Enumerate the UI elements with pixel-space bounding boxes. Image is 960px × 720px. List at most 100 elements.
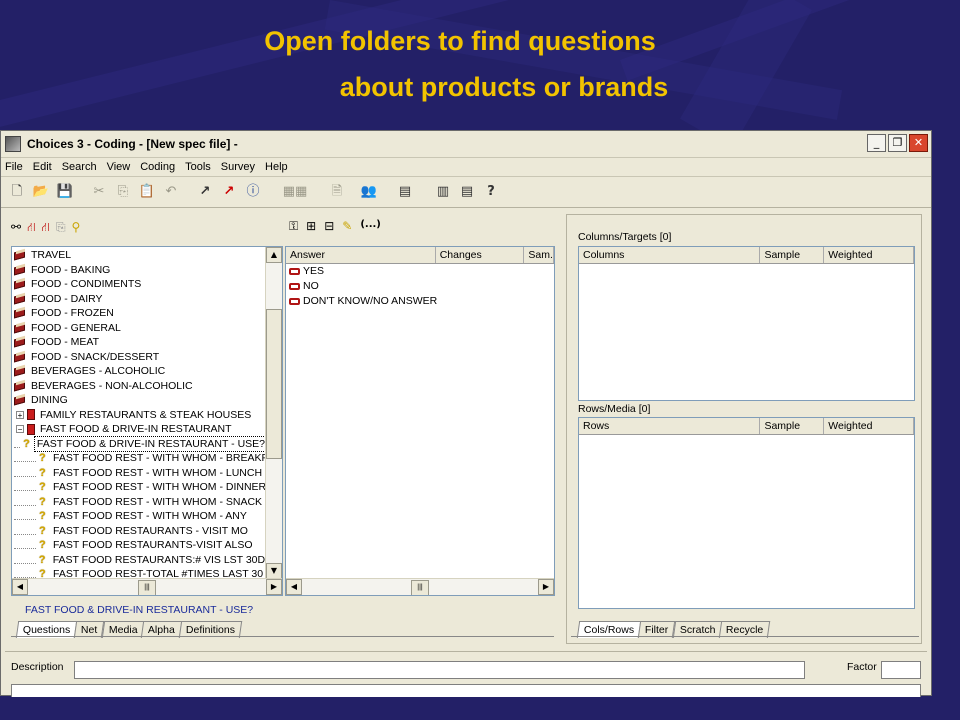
- tree-vertical-scrollbar[interactable]: ▲ ▼: [265, 247, 282, 579]
- menu-view[interactable]: View: [107, 161, 131, 173]
- menu-bar: File Edit Search View Coding Tools Surve…: [1, 158, 931, 177]
- paste-icon[interactable]: 📋: [137, 182, 157, 202]
- copy-doc-icon[interactable]: ⎘: [56, 220, 66, 236]
- rows-list[interactable]: Rows Sample Weighted: [578, 417, 915, 609]
- scroll-right-icon[interactable]: ▶: [266, 579, 282, 595]
- tree-item[interactable]: FOOD - BAKING: [14, 263, 268, 278]
- tree-item[interactable]: ? FAST FOOD RESTAURANTS - VISIT MO: [14, 524, 268, 539]
- layout-left-icon[interactable]: ▥: [433, 182, 453, 202]
- scroll-down-icon[interactable]: ▼: [266, 563, 282, 579]
- layout-split-icon[interactable]: ▤: [457, 182, 477, 202]
- col-changes[interactable]: Changes: [436, 247, 525, 263]
- tree-item-label: FOOD - FROZEN: [31, 307, 114, 319]
- expand-icon[interactable]: +: [16, 410, 24, 419]
- tree-item[interactable]: ? FAST FOOD REST - WITH WHOM - LUNCH: [14, 466, 268, 481]
- scroll-thumb[interactable]: [266, 309, 282, 459]
- close-button[interactable]: ✕: [909, 134, 928, 152]
- cut-icon[interactable]: ✂: [89, 182, 109, 202]
- notes-field[interactable]: [11, 684, 921, 697]
- table-grid-icon[interactable]: ▦▦: [277, 182, 313, 202]
- marker-icon[interactable]: ⚲: [72, 220, 81, 236]
- tree-item[interactable]: ? FAST FOOD RESTAURANTS-VISIT ALSO: [14, 538, 268, 553]
- minimize-button[interactable]: _: [867, 134, 886, 152]
- help-icon[interactable]: ?: [481, 182, 501, 202]
- document-icon[interactable]: 🗎: [327, 182, 347, 202]
- edit-answer-icon[interactable]: ✎: [342, 219, 352, 234]
- factor-field[interactable]: [881, 661, 921, 679]
- chart-edit-icon[interactable]: ▤: [391, 182, 419, 202]
- net-answer-icon[interactable]: ⊞: [306, 219, 316, 234]
- info-icon[interactable]: ⓘ: [243, 182, 263, 202]
- menu-search[interactable]: Search: [62, 161, 97, 173]
- binoculars-icon[interactable]: ⚯: [11, 220, 21, 236]
- col-answer[interactable]: Answer: [286, 247, 436, 263]
- tree-item[interactable]: FOOD - DAIRY: [14, 292, 268, 307]
- tree-item[interactable]: ? FAST FOOD RESTAURANTS:# VIS LST 30D/: [14, 553, 268, 568]
- tree-item[interactable]: + FAMILY RESTAURANTS & STEAK HOUSES: [14, 408, 268, 423]
- undo-icon[interactable]: ↶: [161, 182, 181, 202]
- col-sample[interactable]: Sam.: [524, 247, 554, 263]
- tree-item[interactable]: BEVERAGES - NON-ALCOHOLIC: [14, 379, 268, 394]
- group-answer-icon[interactable]: ⊟: [324, 219, 334, 234]
- menu-help[interactable]: Help: [265, 161, 288, 173]
- add-answer-icon[interactable]: ⚿: [289, 219, 298, 234]
- menu-file[interactable]: File: [5, 161, 23, 173]
- tree-item-label: FAST FOOD REST - WITH WHOM - LUNCH: [53, 466, 263, 479]
- collapse-icon[interactable]: −: [16, 425, 24, 434]
- tree-item[interactable]: FOOD - MEAT: [14, 335, 268, 350]
- tree-item[interactable]: FOOD - FROZEN: [14, 306, 268, 321]
- tree-item-label: DINING: [31, 394, 68, 406]
- tree-item[interactable]: ? FAST FOOD REST - WITH WHOM - SNACK: [14, 495, 268, 510]
- tree-item[interactable]: ? FAST FOOD REST - WITH WHOM - BREAKF: [14, 451, 268, 466]
- col-weighted[interactable]: Weighted: [824, 418, 914, 434]
- tree-item[interactable]: ? FAST FOOD REST - WITH WHOM - DINNER: [14, 480, 268, 495]
- tree-item-label: BEVERAGES - ALCOHOLIC: [31, 365, 166, 377]
- tree-item[interactable]: FOOD - GENERAL: [14, 321, 268, 336]
- answer-row[interactable]: YES: [286, 264, 554, 279]
- restore-button[interactable]: ❐: [888, 134, 907, 152]
- open-folder-icon[interactable]: 📂: [31, 182, 51, 202]
- answers-horizontal-scrollbar[interactable]: ◀ ||| ▶: [286, 578, 554, 595]
- ellipsis-button[interactable]: (...): [360, 219, 381, 234]
- copy-icon[interactable]: ⎘: [113, 182, 133, 202]
- hscroll-thumb[interactable]: |||: [411, 580, 429, 595]
- window-titlebar[interactable]: Choices 3 - Coding - [New spec file] - _…: [1, 131, 931, 158]
- answer-row[interactable]: NO: [286, 279, 554, 294]
- tree-item[interactable]: DINING: [14, 393, 268, 408]
- new-file-icon[interactable]: 🗋: [7, 182, 27, 202]
- col-rows[interactable]: Rows: [579, 418, 761, 434]
- columns-list[interactable]: Columns Sample Weighted: [578, 246, 915, 401]
- answer-row[interactable]: DON'T KNOW/NO ANSWER: [286, 294, 554, 309]
- scroll-left-icon[interactable]: ◀: [286, 579, 302, 595]
- people-icon[interactable]: 👥: [351, 182, 387, 202]
- menu-coding[interactable]: Coding: [140, 161, 175, 173]
- question-icon: ?: [39, 466, 46, 479]
- scroll-up-icon[interactable]: ▲: [266, 247, 282, 263]
- spec-s-red-icon[interactable]: ↗: [219, 182, 239, 202]
- scroll-right-icon[interactable]: ▶: [538, 579, 554, 595]
- tree-filter-icon[interactable]: ⛙: [27, 220, 35, 236]
- tree-item[interactable]: ? FAST FOOD REST - WITH WHOM - ANY: [14, 509, 268, 524]
- spec-s-icon[interactable]: ↗: [195, 182, 215, 202]
- save-icon[interactable]: 💾: [55, 182, 75, 202]
- col-sample[interactable]: Sample: [760, 418, 825, 434]
- col-sample[interactable]: Sample: [760, 247, 825, 263]
- book-icon: [14, 337, 26, 347]
- description-field[interactable]: [74, 661, 805, 679]
- tree-item[interactable]: BEVERAGES - ALCOHOLIC: [14, 364, 268, 379]
- col-columns[interactable]: Columns: [579, 247, 761, 263]
- menu-tools[interactable]: Tools: [185, 161, 211, 173]
- tree-item[interactable]: TRAVEL: [14, 248, 268, 263]
- menu-edit[interactable]: Edit: [33, 161, 52, 173]
- tree-collapse-icon[interactable]: ⛙: [42, 220, 50, 236]
- menu-survey[interactable]: Survey: [221, 161, 255, 173]
- scroll-left-icon[interactable]: ◀: [12, 579, 28, 595]
- tree-item[interactable]: FOOD - CONDIMENTS: [14, 277, 268, 292]
- answer-icon: [289, 268, 300, 275]
- tree-horizontal-scrollbar[interactable]: ◀ ||| ▶: [12, 578, 282, 595]
- col-weighted[interactable]: Weighted: [824, 247, 914, 263]
- tree-item[interactable]: ? FAST FOOD & DRIVE-IN RESTAURANT - USE?: [14, 435, 268, 452]
- tree-item[interactable]: − FAST FOOD & DRIVE-IN RESTAURANT: [14, 422, 268, 437]
- hscroll-thumb[interactable]: |||: [138, 580, 156, 595]
- tree-item[interactable]: FOOD - SNACK/DESSERT: [14, 350, 268, 365]
